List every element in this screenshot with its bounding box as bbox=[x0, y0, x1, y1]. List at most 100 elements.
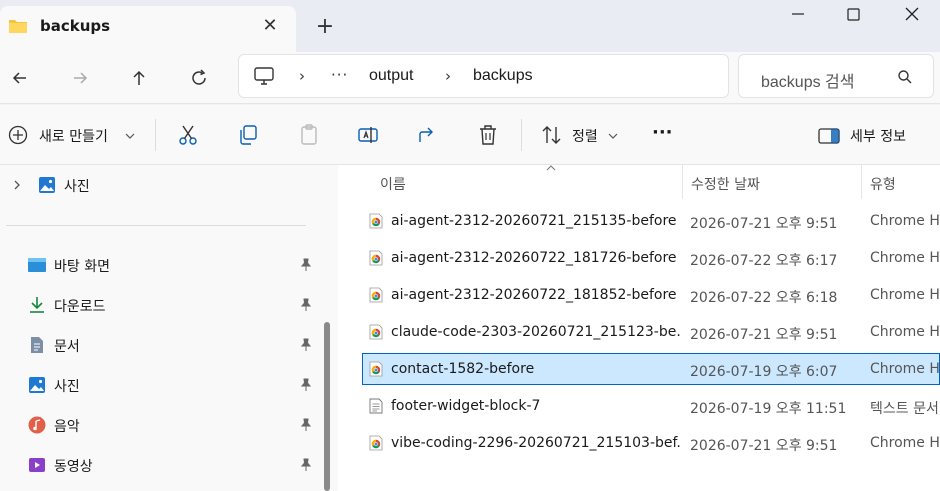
refresh-icon[interactable] bbox=[185, 64, 213, 92]
sidebar-item-downloads[interactable]: 다운로드 bbox=[0, 287, 318, 323]
close-window-icon[interactable] bbox=[889, 0, 935, 30]
chevron-right-icon[interactable]: › bbox=[445, 67, 451, 85]
pictures-icon bbox=[39, 177, 55, 193]
file-date: 2026-07-22 오후 6:18 bbox=[690, 290, 838, 306]
chevron-right-icon[interactable] bbox=[12, 180, 22, 190]
new-button[interactable]: 새로 만들기 bbox=[39, 126, 108, 146]
sidebar-item-documents[interactable]: 문서 bbox=[0, 327, 318, 363]
sidebar-item-videos[interactable]: 동영상 bbox=[0, 447, 318, 483]
sort-icon[interactable] bbox=[540, 123, 564, 147]
table-row[interactable]: vibe-coding-2296-20260721_215103-bef... … bbox=[362, 427, 940, 459]
toolbar-divider bbox=[155, 119, 156, 151]
sidebar-scrollbar-thumb[interactable] bbox=[324, 322, 330, 491]
rename-icon[interactable] bbox=[356, 123, 380, 147]
file-date: 2026-07-21 오후 9:51 bbox=[690, 438, 838, 454]
address-bar[interactable]: › ··· output › backups bbox=[238, 54, 729, 98]
download-icon bbox=[30, 297, 44, 313]
command-bar: 새로 만들기 정렬 ··· 세부 정보 bbox=[0, 105, 940, 165]
toolbar-divider bbox=[521, 119, 522, 151]
navigation-pane: 사진 바탕 화면 다운로드 문서 사진 음악 동영상 bbox=[0, 165, 318, 491]
search-box[interactable]: backups 검색 bbox=[738, 54, 934, 98]
file-type: 텍스트 문서 bbox=[870, 401, 939, 417]
paste-icon[interactable] bbox=[297, 123, 321, 147]
file-name: ai-agent-2312-20260722_181726-before bbox=[391, 250, 677, 266]
table-row-selected[interactable]: contact-1582-before 2026-07-19 오후 6:07 C… bbox=[362, 353, 940, 385]
chrome-html-icon bbox=[369, 213, 383, 229]
copy-icon[interactable] bbox=[236, 123, 260, 147]
video-icon bbox=[29, 458, 45, 472]
pin-icon[interactable] bbox=[299, 418, 313, 432]
table-row[interactable]: footer-widget-block-7 2026-07-19 오후 11:5… bbox=[362, 390, 940, 422]
breadcrumb-backups[interactable]: backups bbox=[473, 67, 533, 85]
file-type: Chrome HTML bbox=[870, 213, 940, 229]
column-header-name[interactable]: 이름 bbox=[362, 165, 682, 199]
sidebar-item-music[interactable]: 음악 bbox=[0, 407, 318, 443]
tab-title: backups bbox=[40, 17, 111, 35]
this-pc-icon[interactable] bbox=[253, 67, 275, 85]
file-date: 2026-07-19 오후 6:07 bbox=[690, 364, 838, 380]
sidebar-item-pictures-top[interactable]: 사진 bbox=[0, 167, 318, 203]
tab-backups[interactable]: backups ✕ bbox=[0, 6, 296, 52]
file-name: contact-1582-before bbox=[391, 361, 535, 377]
up-icon[interactable] bbox=[125, 64, 153, 92]
pictures-icon bbox=[29, 377, 45, 393]
chevron-down-icon[interactable] bbox=[607, 130, 619, 142]
text-file-icon bbox=[369, 398, 383, 414]
table-row[interactable]: ai-agent-2312-20260722_181852-before 202… bbox=[362, 279, 940, 311]
navigation-bar: › ··· output › backups backups 검색 bbox=[0, 52, 940, 104]
music-icon bbox=[28, 416, 46, 434]
file-name: ai-agent-2312-20260721_215135-before bbox=[391, 213, 677, 229]
pin-icon[interactable] bbox=[299, 338, 313, 352]
sidebar-item-label: 바탕 화면 bbox=[54, 259, 110, 275]
file-type: Chrome HTML bbox=[870, 435, 940, 451]
maximize-icon[interactable] bbox=[831, 0, 877, 30]
table-row[interactable]: ai-agent-2312-20260721_215135-before 202… bbox=[362, 205, 940, 237]
forward-icon[interactable] bbox=[66, 64, 94, 92]
pin-icon[interactable] bbox=[299, 378, 313, 392]
sidebar-item-label: 사진 bbox=[54, 379, 80, 395]
back-icon[interactable] bbox=[6, 64, 34, 92]
file-list: 이름 수정한 날짜 유형 ai-agent-2312-20260721_2151… bbox=[338, 165, 940, 491]
file-name: vibe-coding-2296-20260721_215103-bef... bbox=[391, 435, 681, 451]
new-tab-button[interactable]: + bbox=[314, 16, 336, 38]
share-icon[interactable] bbox=[416, 123, 440, 147]
column-header-date[interactable]: 수정한 날짜 bbox=[683, 165, 861, 199]
chevron-down-icon[interactable] bbox=[124, 130, 136, 142]
chrome-html-icon bbox=[369, 287, 383, 303]
document-icon bbox=[31, 337, 43, 353]
breadcrumb-overflow[interactable]: ··· bbox=[331, 66, 348, 84]
table-row[interactable]: ai-agent-2312-20260722_181726-before 202… bbox=[362, 242, 940, 274]
close-tab-icon[interactable]: ✕ bbox=[260, 16, 280, 36]
cut-icon[interactable] bbox=[176, 123, 200, 147]
sort-button[interactable]: 정렬 bbox=[572, 126, 598, 146]
file-date: 2026-07-21 오후 9:51 bbox=[690, 216, 838, 232]
sidebar-item-desktop[interactable]: 바탕 화면 bbox=[0, 247, 318, 283]
file-date: 2026-07-22 오후 6:17 bbox=[690, 253, 838, 269]
details-button[interactable]: 세부 정보 bbox=[850, 126, 906, 146]
file-type: Chrome HTML bbox=[870, 250, 940, 266]
minimize-icon[interactable] bbox=[775, 0, 821, 30]
file-type: Chrome HTML bbox=[870, 287, 940, 303]
file-date: 2026-07-21 오후 9:51 bbox=[690, 327, 838, 343]
delete-icon[interactable] bbox=[476, 123, 500, 147]
chevron-right-icon[interactable]: › bbox=[299, 67, 305, 85]
file-name: claude-code-2303-20260721_215123-be... bbox=[391, 324, 681, 340]
search-icon[interactable] bbox=[897, 69, 913, 85]
sidebar-item-label: 사진 bbox=[64, 179, 90, 195]
plus-circle-icon[interactable] bbox=[8, 125, 28, 145]
sidebar-item-label: 동영상 bbox=[54, 459, 93, 475]
pin-icon[interactable] bbox=[299, 258, 313, 272]
table-row[interactable]: claude-code-2303-20260721_215123-be... 2… bbox=[362, 316, 940, 348]
sidebar-item-label: 음악 bbox=[54, 419, 80, 435]
sidebar-divider bbox=[6, 225, 306, 226]
sidebar-item-pictures[interactable]: 사진 bbox=[0, 367, 318, 403]
more-options-button[interactable]: ··· bbox=[652, 122, 673, 143]
file-type: Chrome HTML bbox=[870, 324, 940, 340]
breadcrumb-output[interactable]: output bbox=[369, 67, 413, 85]
pin-icon[interactable] bbox=[299, 298, 313, 312]
chrome-html-icon bbox=[369, 361, 383, 377]
details-pane-icon[interactable] bbox=[818, 126, 840, 146]
file-date: 2026-07-19 오후 11:51 bbox=[690, 401, 847, 417]
pin-icon[interactable] bbox=[299, 458, 313, 472]
column-header-type[interactable]: 유형 bbox=[862, 165, 940, 199]
